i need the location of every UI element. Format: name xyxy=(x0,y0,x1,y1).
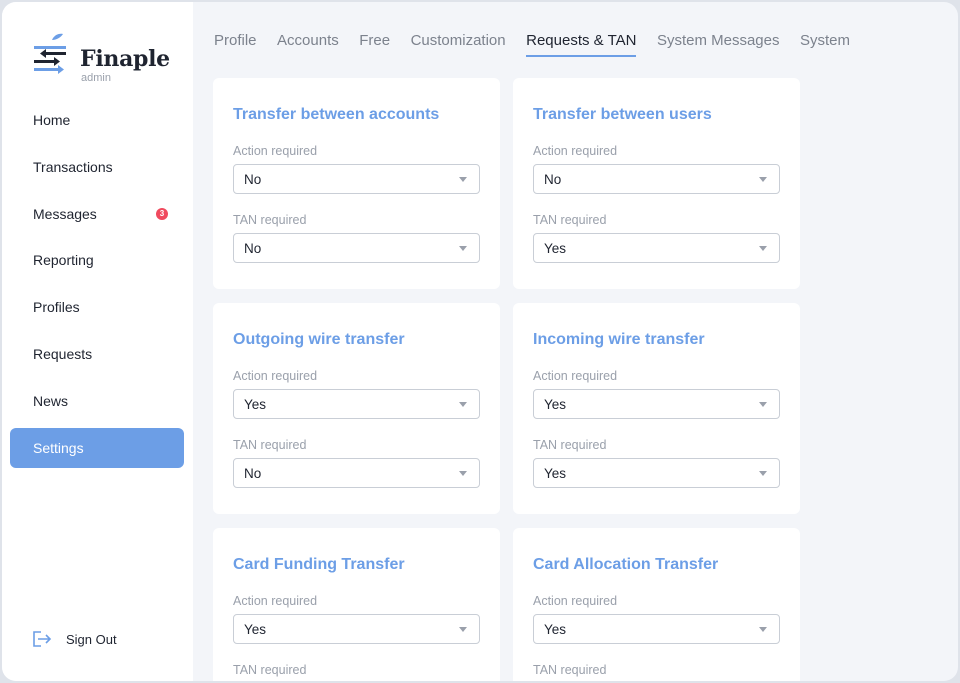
caret-down-icon xyxy=(459,627,467,632)
sign-out-button[interactable]: Sign Out xyxy=(32,630,117,648)
caret-down-icon xyxy=(459,177,467,182)
card-outgoing-wire-transfer: Outgoing wire transfer Action required Y… xyxy=(213,303,500,514)
tan-required-label: TAN required xyxy=(533,213,607,227)
select-value: Yes xyxy=(544,621,567,637)
sidebar-item-news[interactable]: News xyxy=(10,381,184,421)
brand-logo[interactable]: Finaple admin xyxy=(32,32,182,86)
tab-system-messages[interactable]: System Messages xyxy=(657,32,780,57)
action-required-select[interactable]: No xyxy=(533,164,780,194)
tan-required-select[interactable]: No xyxy=(233,233,480,263)
tab-system[interactable]: System xyxy=(800,32,850,57)
caret-down-icon xyxy=(459,471,467,476)
select-value: No xyxy=(244,171,262,187)
select-value: Yes xyxy=(244,621,267,637)
caret-down-icon xyxy=(759,402,767,407)
sidebar-item-label: Requests xyxy=(33,345,93,362)
card-incoming-wire-transfer: Incoming wire transfer Action required Y… xyxy=(513,303,800,514)
tan-required-label: TAN required xyxy=(533,663,607,677)
card-card-funding-transfer: Card Funding Transfer Action required Ye… xyxy=(213,528,500,681)
card-title: Transfer between accounts xyxy=(233,106,440,123)
sidebar-item-label: Profiles xyxy=(33,299,80,316)
sidebar-item-label: Transactions xyxy=(33,158,113,175)
messages-count-badge: 3 xyxy=(156,207,168,220)
select-value: Yes xyxy=(544,396,567,412)
action-required-label: Action required xyxy=(233,369,318,383)
sidebar-item-label: News xyxy=(33,392,69,409)
tan-required-select[interactable]: No xyxy=(233,458,480,488)
action-required-label: Action required xyxy=(533,369,618,383)
caret-down-icon xyxy=(759,471,767,476)
caret-down-icon xyxy=(759,177,767,182)
tan-required-label: TAN required xyxy=(233,213,307,227)
card-card-allocation-transfer: Card Allocation Transfer Action required… xyxy=(513,528,800,681)
action-required-select[interactable]: Yes xyxy=(233,614,480,644)
action-required-select[interactable]: No xyxy=(233,164,480,194)
caret-down-icon xyxy=(759,246,767,251)
tab-free[interactable]: Free xyxy=(359,32,390,57)
caret-down-icon xyxy=(459,402,467,407)
tab-requests-tan[interactable]: Requests & TAN xyxy=(526,32,637,57)
tab-customization[interactable]: Customization xyxy=(411,32,506,57)
sidebar-item-label: Settings xyxy=(33,439,84,456)
sidebar-item-requests[interactable]: Requests xyxy=(10,334,184,374)
sidebar: Finaple admin Home Transactions Messages… xyxy=(2,2,193,681)
sidebar-item-transactions[interactable]: Transactions xyxy=(10,147,184,187)
action-required-label: Action required xyxy=(533,594,618,608)
select-value: No xyxy=(244,240,262,256)
select-value: Yes xyxy=(544,240,567,256)
action-required-label: Action required xyxy=(233,594,318,608)
brand-name: Finaple xyxy=(80,46,170,72)
app-window: Finaple admin Home Transactions Messages… xyxy=(2,2,958,681)
action-required-label: Action required xyxy=(533,144,618,158)
tan-required-select[interactable]: Yes xyxy=(533,458,780,488)
select-value: Yes xyxy=(244,396,267,412)
select-value: No xyxy=(544,171,562,187)
tab-accounts[interactable]: Accounts xyxy=(277,32,339,57)
card-transfer-between-accounts: Transfer between accounts Action require… xyxy=(213,78,500,289)
action-required-select[interactable]: Yes xyxy=(533,614,780,644)
sidebar-item-home[interactable]: Home xyxy=(10,100,184,140)
caret-down-icon xyxy=(459,246,467,251)
sign-out-label: Sign Out xyxy=(66,631,117,647)
sidebar-item-settings[interactable]: Settings xyxy=(10,427,184,468)
sidebar-item-reporting[interactable]: Reporting xyxy=(10,240,184,280)
tan-required-select[interactable]: Yes xyxy=(533,233,780,263)
select-value: No xyxy=(244,465,262,481)
tab-profile[interactable]: Profile xyxy=(214,32,257,57)
tan-required-label: TAN required xyxy=(533,438,607,452)
action-required-select[interactable]: Yes xyxy=(533,389,780,419)
tan-required-label: TAN required xyxy=(233,663,307,677)
sidebar-item-label: Reporting xyxy=(33,252,94,269)
card-title: Outgoing wire transfer xyxy=(233,331,405,348)
sidebar-item-profiles[interactable]: Profiles xyxy=(10,287,184,327)
action-required-label: Action required xyxy=(233,144,318,158)
card-title: Incoming wire transfer xyxy=(533,331,705,348)
sidebar-nav: Home Transactions Messages 3 Reporting Pr… xyxy=(10,100,184,474)
card-title: Card Allocation Transfer xyxy=(533,556,719,573)
settings-tabs: Profile Accounts Free Customization Requ… xyxy=(214,32,871,57)
card-title: Transfer between users xyxy=(533,106,712,123)
sign-out-icon xyxy=(33,631,52,647)
brand-sub: admin xyxy=(81,72,111,84)
tan-required-label: TAN required xyxy=(233,438,307,452)
action-required-select[interactable]: Yes xyxy=(233,389,480,419)
finaple-logo-icon xyxy=(34,33,66,74)
caret-down-icon xyxy=(759,627,767,632)
select-value: Yes xyxy=(544,465,567,481)
sidebar-item-messages[interactable]: Messages 3 xyxy=(10,194,184,234)
sidebar-item-label: Messages xyxy=(33,205,97,222)
card-transfer-between-users: Transfer between users Action required N… xyxy=(513,78,800,289)
sidebar-item-label: Home xyxy=(33,112,71,128)
card-title: Card Funding Transfer xyxy=(233,556,405,573)
